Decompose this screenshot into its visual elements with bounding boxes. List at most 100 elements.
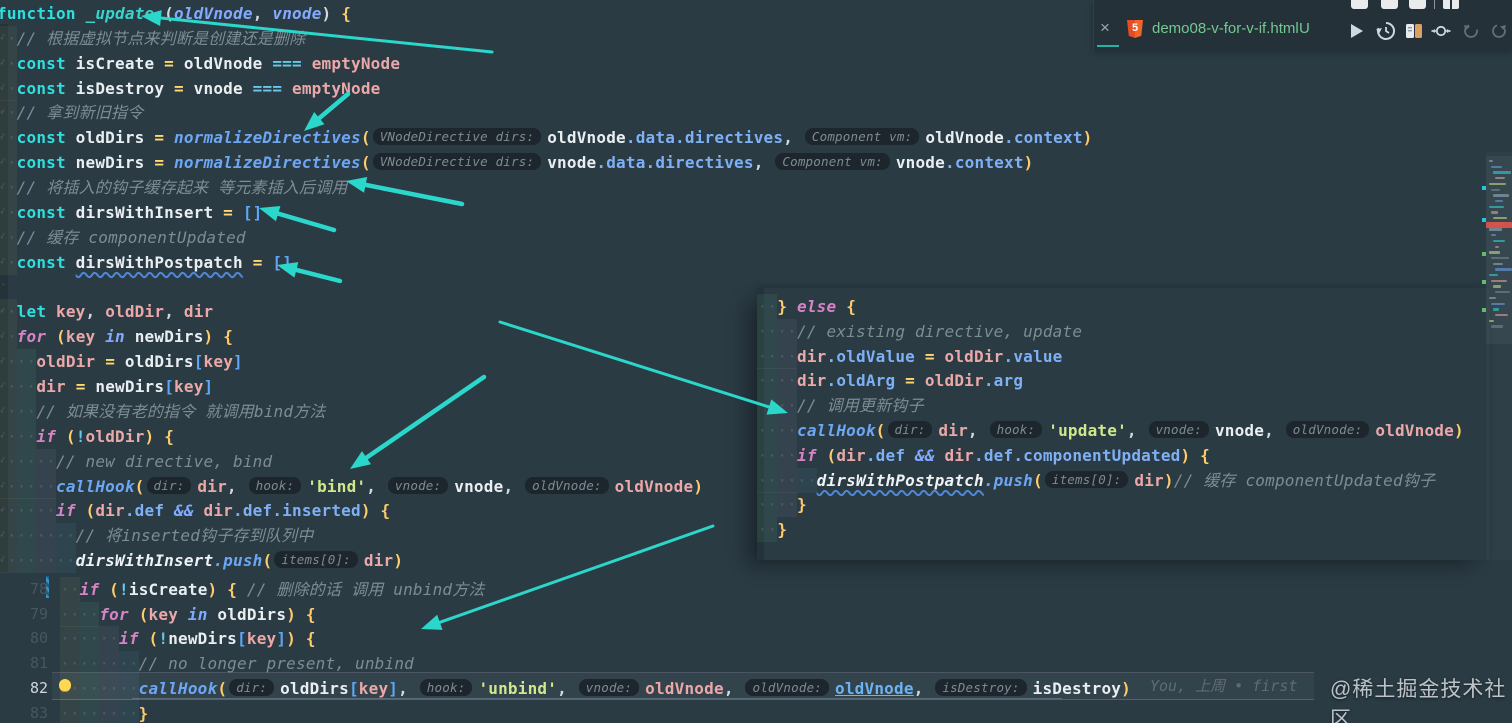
preview-back-icon[interactable] (1461, 21, 1481, 41)
code-line[interactable]: ··const dirsWithPostpatch = [] (0, 250, 292, 275)
code-line[interactable]: ········dirsWithInsert.push(items[0]: dir… (0, 548, 403, 573)
code-line[interactable]: ······} (757, 492, 807, 517)
code-token: , (723, 678, 744, 698)
code-line[interactable]: ··const isDestroy = vnode === emptyNode (0, 76, 381, 101)
code-line[interactable]: ······if (dir.def && dir.def.componentUp… (757, 443, 1210, 468)
overlay-panel-content[interactable]: ····} else {······// existing directive,… (757, 288, 1490, 560)
code-token: dir (36, 377, 76, 397)
code-line[interactable]: ··for (key in newDirs) { (0, 324, 233, 349)
parameter-hint-chip: vnode: (387, 476, 449, 494)
code-token: ) { (203, 327, 234, 347)
run-icon[interactable] (1346, 21, 1366, 41)
parameter-hint-chip: items[0]: (1044, 470, 1129, 488)
minimap-code-line (1493, 239, 1505, 243)
code-token: .def.inserted (233, 501, 361, 521)
code-line[interactable]: ····for (key in oldDirs) { (60, 602, 316, 627)
code-line[interactable]: ··const oldDirs = normalizeDirectives(VN… (0, 125, 1093, 150)
line-number[interactable]: 80 (14, 626, 48, 651)
preview-forward-icon[interactable] (1489, 21, 1509, 41)
code-line[interactable]: ······callHook(dir: dir, hook: 'update', v… (757, 418, 1464, 443)
code-line[interactable]: ····// 如果没有老的指令 就调用bind方法 (0, 399, 326, 424)
code-token: dirsWithInsert (75, 551, 214, 571)
code-token: , (557, 678, 577, 698)
minimap-code-line (1491, 165, 1502, 169)
code-token: ( (826, 445, 837, 465)
code-line[interactable]: ··// 拿到新旧指令 (0, 100, 143, 125)
code-token: .def.componentUpdated (974, 445, 1181, 465)
code-line[interactable]: ········// 将inserted钩子存到队列中 (0, 523, 313, 548)
line-number[interactable]: 81 (14, 651, 48, 676)
code-line[interactable]: ····if (!oldDir) { (0, 424, 174, 449)
code-line[interactable]: ··let key, oldDir, dir (0, 299, 213, 324)
code-line[interactable]: ··const isCreate = oldVnode === emptyNod… (0, 51, 400, 76)
whitespace-dots: ········ (60, 703, 139, 723)
compare-changes-icon[interactable] (1431, 21, 1451, 41)
code-token: ) (393, 551, 404, 571)
code-line[interactable]: ······if (dir.def && dir.def.inserted) { (0, 498, 390, 523)
layout-grid-icon[interactable] (1443, 0, 1459, 9)
code-line[interactable]: ······dir.oldValue = oldDir.value (757, 344, 1063, 369)
code-line[interactable]: ······// existing directive, update (757, 319, 1082, 344)
window-icon-3[interactable] (1409, 0, 1426, 9)
code-line[interactable]: ··const newDirs = normalizeDirectives(VN… (0, 150, 1034, 175)
code-token: ( (360, 128, 371, 148)
line-number[interactable]: 78 (14, 577, 48, 602)
code-token: ) (321, 4, 342, 23)
whitespace-dots: ···· (0, 377, 37, 397)
code-line[interactable]: ········// no longer present, unbind (60, 651, 414, 676)
code-line[interactable]: ··// 根据虚拟节点来判断是创建还是删除 (0, 26, 305, 51)
parameter-hint-chip: Component vm: (804, 128, 920, 146)
code-line[interactable]: ······callHook(dir: dir, hook: 'bind', vno… (0, 474, 703, 499)
code-token: const (16, 252, 76, 272)
code-token: normalizeDirectives (174, 153, 361, 173)
code-token: newDirs (95, 377, 165, 397)
code-token: if (36, 426, 66, 446)
history-icon[interactable] (1376, 21, 1396, 41)
code-token: { (341, 4, 352, 23)
code-line[interactable]: function _update (oldVnode, vnode) { (0, 1, 351, 26)
code-token: key (246, 629, 277, 649)
code-line[interactable]: ······// new directive, bind (0, 449, 272, 474)
whitespace-dots: ·· (60, 580, 80, 599)
code-line[interactable]: ······dir.oldArg = oldDir.arg (757, 368, 1023, 393)
code-line[interactable]: ··if (!isCreate) { // 删除的话 调用 unbind方法 (60, 577, 485, 602)
parameter-hint-chip: hook: (989, 421, 1043, 438)
parameter-hint-chip: hook: (248, 476, 302, 494)
code-line[interactable]: ······if (!newDirs[key]) { (60, 626, 316, 651)
code-token: newDirs (168, 629, 238, 649)
code-line[interactable]: ······// 调用更新钩子 (757, 393, 924, 418)
window-icon-2[interactable] (1381, 0, 1398, 9)
code-token: oldDirs (124, 352, 194, 372)
code-line[interactable]: ········} (60, 701, 149, 723)
whitespace-dots: ········ (757, 470, 817, 490)
code-line[interactable]: ········callHook(dir: oldDirs[key], hook:… (60, 676, 1131, 701)
code-token: vnode (193, 78, 253, 98)
code-token: // 如果没有老的指令 就调用bind方法 (36, 401, 326, 421)
code-line[interactable]: ··const dirsWithInsert = [] (0, 200, 263, 225)
tab-bar: × 5 demo08-v-for-v-if.html U (1093, 0, 1512, 50)
code-token: in (187, 604, 218, 624)
code-token: [ (193, 352, 204, 372)
code-line[interactable]: ··// 将插入的钩子缓存起来 等元素插入后调用 (0, 175, 348, 200)
line-number[interactable]: 82 (14, 676, 48, 701)
open-preview-icon[interactable] (1404, 21, 1424, 41)
line-number[interactable]: 83 (14, 701, 48, 723)
minimap-code-line (1495, 199, 1503, 203)
code-line[interactable]: ····dir = newDirs[key] (0, 374, 213, 399)
close-icon[interactable]: × (1100, 18, 1110, 38)
whitespace-dots: ···· (0, 401, 37, 421)
html5-file-icon: 5 (1127, 20, 1143, 38)
window-icon-1[interactable] (1351, 0, 1368, 9)
whitespace-dots: ······ (757, 421, 797, 440)
code-line[interactable]: ····oldDir = oldDirs[key] (0, 349, 243, 374)
code-line[interactable]: ····} (757, 517, 787, 542)
line-number[interactable]: 79 (14, 602, 48, 627)
code-token: ! (75, 426, 86, 446)
code-line[interactable]: ········dirsWithPostpatch.push(items[0]:… (757, 468, 1435, 493)
whitespace-dots: ·· (0, 327, 17, 347)
tab-filename[interactable]: demo08-v-for-v-if.html (1152, 20, 1299, 37)
code-line[interactable]: ····} else { (757, 294, 856, 319)
code-line[interactable]: ··// 缓存 componentUpdated (0, 225, 246, 250)
code-token: ! (158, 629, 169, 649)
parameter-hint-chip: isDestroy: (935, 678, 1027, 696)
